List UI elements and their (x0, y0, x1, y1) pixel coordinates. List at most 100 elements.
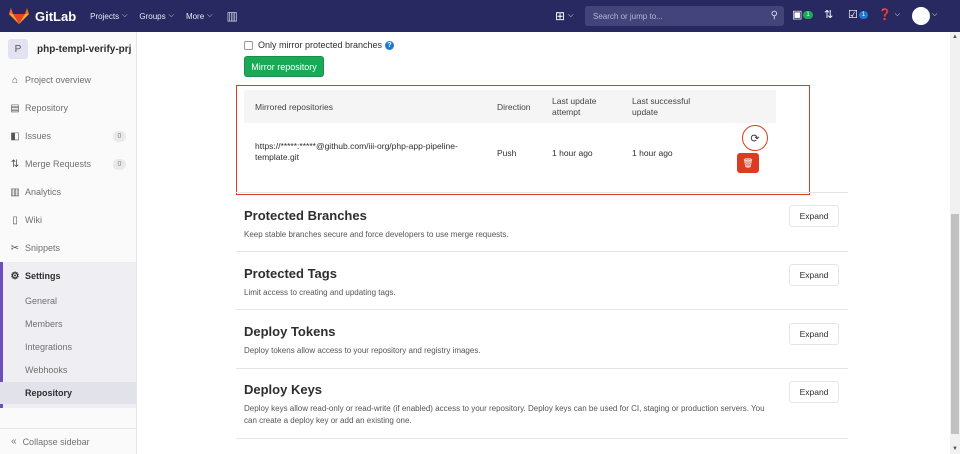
issues-icon: ◧ (10, 130, 20, 142)
sidebar-item-label: Merge Requests (25, 159, 92, 169)
section-protected-tags: Protected Tags Limit access to creating … (244, 266, 844, 299)
expand-protected-branches-button[interactable]: Expand (789, 205, 839, 227)
section-divider (236, 368, 848, 369)
nav-more[interactable]: More ⌵ (186, 12, 213, 21)
search-input[interactable]: Search or jump to... ⚲ (585, 6, 784, 26)
doc-icon: ▤ (10, 102, 20, 114)
expand-protected-tags-button[interactable]: Expand (789, 264, 839, 286)
nav-projects[interactable]: Projects ⌵ (90, 12, 127, 21)
gitlab-logo-icon (9, 8, 29, 24)
user-avatar[interactable] (912, 7, 930, 25)
search-icon: ⚲ (770, 10, 778, 21)
sidebar-item-label: Snippets (25, 243, 61, 253)
search-placeholder: Search or jump to... (593, 11, 663, 21)
sidebar-item-wiki[interactable]: ▯ Wiki (0, 208, 136, 232)
brand[interactable]: GitLab (9, 8, 90, 24)
project-name: php-templ-verify-prj (37, 43, 132, 55)
sidebar: P php-templ-verify-prj ⌂ Project overview… (0, 32, 137, 454)
issue-count-badge: 1 (858, 10, 869, 19)
merge-icon: ⇅ (10, 158, 20, 170)
nav-projects-label: Projects (90, 11, 120, 21)
nav-right: ⊞ ⌵ (555, 0, 573, 32)
sidebar-item-label: Settings (25, 271, 61, 281)
double-chevron-left-icon: « (11, 436, 17, 447)
sidebar-subitem-general[interactable]: General (0, 290, 136, 312)
sync-icon: ⟳ (750, 132, 760, 145)
section-description: Deploy tokens allow access to your repos… (244, 346, 481, 355)
home-icon: ⌂ (11, 74, 19, 86)
section-title: Protected Tags (244, 266, 337, 281)
mirror-direction: Push (497, 148, 517, 158)
book-icon: ▯ (12, 214, 18, 226)
header-mirrored-repositories: Mirrored repositories (255, 102, 333, 112)
chart-icon: ▥ (10, 186, 20, 198)
new-item-dropdown[interactable]: ⊞ ⌵ (555, 9, 573, 23)
header-direction: Direction (497, 102, 531, 112)
settings-block: ⚙ Settings General Members Integrations W… (0, 262, 136, 408)
section-divider (236, 251, 848, 252)
expand-deploy-keys-button[interactable]: Expand (789, 381, 839, 403)
section-divider (236, 438, 848, 439)
sidebar-subitem-webhooks[interactable]: Webhooks (0, 359, 136, 381)
mirror-last-attempt: 1 hour ago (552, 148, 593, 158)
trash-icon: 🗑 (742, 157, 754, 168)
mirror-repository-button[interactable]: Mirror repository (244, 56, 324, 77)
sidebar-item-snippets[interactable]: ✂ Snippets (0, 236, 136, 260)
only-protected-checkbox[interactable] (244, 40, 253, 50)
only-protected-option: Only mirror protected branches ? (244, 40, 395, 50)
mirror-url-line2: template.git (255, 152, 299, 162)
sidebar-project[interactable]: P php-templ-verify-prj (0, 32, 136, 66)
section-divider (236, 309, 848, 310)
help-icon: ❓ (878, 9, 892, 21)
issues-link[interactable]: ☑ 1 (848, 8, 869, 21)
sidebar-item-issues[interactable]: ◧ Issues 0 (0, 124, 136, 148)
header-last-update-attempt: Last update attempt (552, 96, 597, 117)
section-deploy-keys: Deploy Keys Deploy keys allow read-only … (244, 382, 774, 427)
expand-deploy-tokens-button[interactable]: Expand (789, 323, 839, 345)
chevron-down-icon: ⌵ (168, 12, 174, 19)
sidebar-item-project-overview[interactable]: ⌂ Project overview (0, 68, 136, 92)
section-description: Keep stable branches secure and force de… (244, 230, 509, 239)
table-header: Mirrored repositories Direction Last upd… (244, 90, 776, 123)
mirror-last-success: 1 hour ago (632, 148, 673, 158)
scroll-down-arrow-icon[interactable]: ▼ (950, 444, 960, 454)
issues-count-badge: 0 (113, 130, 126, 142)
section-protected-branches: Protected Branches Keep stable branches … (244, 208, 844, 241)
mirror-url-line1: https://*****:*****@github.com/iii-org/p… (255, 141, 458, 151)
todos-link[interactable]: ▣ 1 (792, 8, 813, 21)
help-dropdown[interactable]: ❓ ⌵ (878, 8, 900, 21)
sidebar-item-label: Repository (25, 103, 69, 113)
vertical-scrollbar[interactable]: ▲ ▼ (950, 32, 960, 454)
header-last-successful-update: Last successful update (632, 96, 691, 117)
project-avatar: P (8, 39, 28, 59)
scissors-icon: ✂ (10, 242, 20, 254)
activity-chart-icon[interactable]: ▥ (226, 9, 237, 23)
chevron-down-icon[interactable]: ⌵ (932, 11, 937, 19)
sidebar-item-label: Project overview (25, 75, 92, 85)
nav-groups-label: Groups (139, 11, 166, 21)
sidebar-item-settings[interactable]: ⚙ Settings (0, 264, 136, 288)
sidebar-item-label: Wiki (25, 215, 42, 225)
gitlab-app: GitLab Projects ⌵ Groups ⌵ More ⌵ ▥ ⊞ ⌵ Sear… (0, 0, 960, 454)
merge-requests-link[interactable]: ⇅ (824, 8, 833, 21)
section-description: Deploy keys allow read-only or read-writ… (244, 404, 765, 425)
sidebar-item-merge-requests[interactable]: ⇅ Merge Requests 0 (0, 152, 136, 176)
only-protected-label: Only mirror protected branches (258, 40, 383, 50)
help-icon[interactable]: ? (385, 40, 395, 50)
update-now-button[interactable]: ⟳ (742, 125, 768, 151)
sidebar-subitem-repository[interactable]: Repository (0, 382, 136, 404)
sidebar-item-analytics[interactable]: ▥ Analytics (0, 180, 136, 204)
sidebar-subitem-integrations[interactable]: Integrations (0, 336, 136, 358)
mirrored-repositories-table: Mirrored repositories Direction Last upd… (236, 85, 810, 195)
todo-count-badge: 1 (803, 10, 813, 19)
collapse-sidebar-button[interactable]: « Collapse sidebar (0, 428, 136, 454)
remove-mirror-button[interactable]: 🗑 (737, 153, 759, 173)
nav-groups[interactable]: Groups ⌵ (139, 12, 174, 21)
sidebar-item-repository[interactable]: ▤ Repository (0, 96, 136, 120)
chevron-down-icon: ⌵ (122, 12, 128, 19)
section-deploy-tokens: Deploy Tokens Deploy tokens allow access… (244, 324, 844, 357)
scroll-thumb[interactable] (951, 214, 959, 434)
gear-icon: ⚙ (10, 270, 20, 282)
scroll-up-arrow-icon[interactable]: ▲ (950, 32, 960, 42)
sidebar-subitem-members[interactable]: Members (0, 313, 136, 335)
